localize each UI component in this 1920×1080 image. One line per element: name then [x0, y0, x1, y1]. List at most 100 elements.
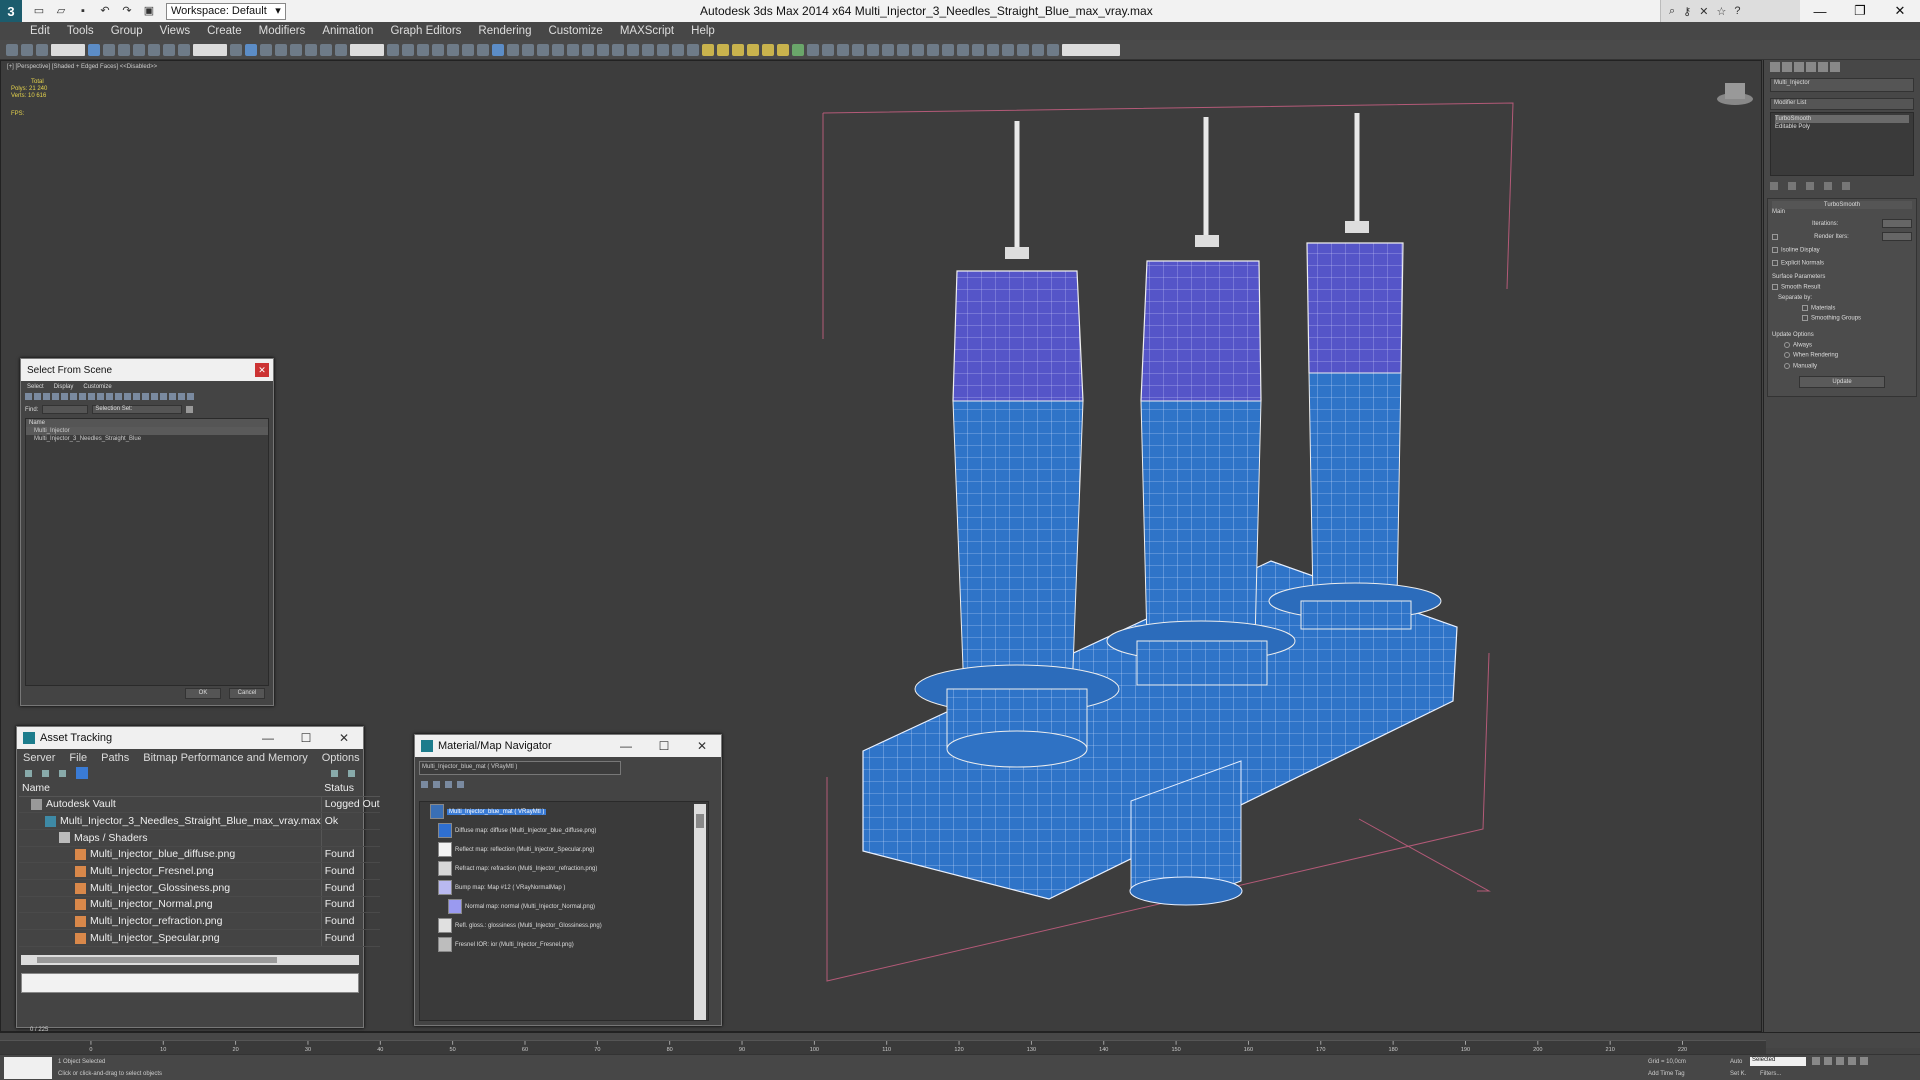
modify-tab-icon[interactable] — [1782, 62, 1792, 72]
align-icon[interactable] — [402, 43, 414, 56]
sphere-primitive-icon[interactable] — [717, 43, 729, 56]
rectangular-selection-icon[interactable] — [118, 43, 130, 56]
listener-icon[interactable] — [957, 43, 969, 56]
select-rotate-icon[interactable] — [163, 43, 175, 56]
project-folder-icon[interactable]: ▣ — [140, 3, 158, 19]
maxscript-mini-listener[interactable] — [4, 1057, 52, 1079]
status-column-header[interactable]: Status — [321, 780, 380, 797]
selection-set-icon[interactable] — [186, 406, 194, 413]
close-button[interactable]: ✕ — [1880, 3, 1920, 19]
schematic-view-icon[interactable] — [462, 43, 474, 56]
keyboard-shortcut-icon[interactable] — [260, 43, 272, 56]
mirror-icon[interactable] — [387, 43, 399, 56]
search-icon[interactable]: ⌕ — [1669, 5, 1675, 18]
filter-icon-12[interactable] — [124, 393, 131, 400]
go-to-end-icon[interactable] — [1860, 1057, 1868, 1065]
graphite-ribbon-icon[interactable] — [432, 43, 444, 56]
minimize-button[interactable]: — — [607, 739, 645, 753]
stack-item-editable-poly[interactable]: Editable Poly — [1775, 123, 1909, 131]
cone-icon[interactable] — [747, 43, 759, 56]
filter-icon-4[interactable] — [52, 393, 59, 400]
cancel-button[interactable]: Cancel — [229, 688, 265, 699]
filter-icon-13[interactable] — [133, 393, 140, 400]
plane-primitive-icon[interactable] — [702, 43, 714, 56]
track-bar[interactable]: 0 10 20 30 40 50 60 70 80 90 100 110 120 130 140 150 160… — [0, 1040, 1766, 1054]
key-icon[interactable]: ⚷ — [1683, 5, 1691, 18]
menu-modifiers[interactable]: Modifiers — [259, 25, 306, 37]
filter-icon-15[interactable] — [151, 393, 158, 400]
menu-file[interactable]: File — [69, 752, 87, 764]
filter-icon-19[interactable] — [187, 393, 194, 400]
render-iters-checkbox[interactable] — [1772, 233, 1778, 240]
curve-editor-icon[interactable] — [447, 43, 459, 56]
tree-node[interactable]: Bump map: Map #12 ( VRayNormalMap ) — [420, 878, 708, 897]
rollout-header[interactable]: TurboSmooth — [1772, 201, 1912, 209]
filter-icon-17[interactable] — [169, 393, 176, 400]
view-list-icons-icon[interactable] — [433, 781, 440, 788]
close-button[interactable]: ✕ — [683, 739, 721, 753]
populate-icon[interactable] — [867, 43, 879, 56]
select-by-name-icon[interactable] — [103, 43, 115, 56]
next-frame-icon[interactable] — [1848, 1057, 1856, 1065]
update-button[interactable]: Update — [1799, 375, 1885, 388]
xref-icon[interactable] — [927, 43, 939, 56]
view-large-icons-icon[interactable] — [457, 781, 464, 788]
render-to-texture-icon[interactable] — [987, 43, 999, 56]
filter-icon-11[interactable] — [115, 393, 122, 400]
unlink-icon[interactable] — [21, 43, 33, 56]
key-filters-button[interactable]: Filters... — [1760, 1071, 1781, 1077]
undo-icon[interactable]: ↶ — [96, 3, 114, 19]
pivot-icon[interactable] — [230, 43, 242, 56]
menu-customize[interactable]: Customize — [548, 25, 602, 37]
vray-toolbar-icon-5[interactable] — [597, 43, 609, 56]
selection-filter-dropdown[interactable] — [51, 43, 85, 56]
sun-icon[interactable] — [777, 43, 789, 56]
maximize-button[interactable]: ☐ — [287, 731, 325, 745]
exchange-icon[interactable]: ✕ — [1699, 5, 1708, 18]
vray-toolbar-icon-9[interactable] — [657, 43, 669, 56]
spacewarp-icon[interactable] — [822, 43, 834, 56]
filter-icon-18[interactable] — [178, 393, 185, 400]
vray-toolbar-icon-6[interactable] — [612, 43, 624, 56]
menu-animation[interactable]: Animation — [322, 25, 373, 37]
table-row[interactable]: Autodesk Vault Logged Out — [19, 796, 380, 814]
smoothing-groups-checkbox[interactable] — [1802, 315, 1808, 322]
menu-paths[interactable]: Paths — [101, 752, 129, 764]
table-row[interactable]: Multi_Injector_Glossiness.png Found — [19, 879, 380, 897]
vray-toolbar-icon-10[interactable] — [672, 43, 684, 56]
menu-options[interactable]: Options — [322, 752, 360, 764]
filter-icon-8[interactable] — [88, 393, 95, 400]
flatten-icon[interactable] — [1047, 43, 1059, 56]
light-icon[interactable] — [762, 43, 774, 56]
vray-toolbar-icon-8[interactable] — [642, 43, 654, 56]
menu-select[interactable]: Select — [27, 384, 44, 390]
restore-button[interactable]: ❐ — [1840, 3, 1880, 19]
filter-icon-2[interactable] — [34, 393, 41, 400]
vray-toolbar-icon-3[interactable] — [567, 43, 579, 56]
material-name-field[interactable]: Multi_Injector_blue_mat ( VRayMtl ) — [419, 761, 621, 775]
menu-server[interactable]: Server — [23, 752, 55, 764]
view-list-icon[interactable] — [421, 781, 428, 788]
stack-item-turbosmooth[interactable]: TurboSmooth — [1775, 115, 1909, 123]
tree-node[interactable]: Refl. gloss.: glossiness (Multi_Injector… — [420, 916, 708, 935]
menu-edit[interactable]: Edit — [30, 25, 50, 37]
menu-bitmap-performance[interactable]: Bitmap Performance and Memory — [143, 752, 307, 764]
vertical-scrollbar[interactable] — [694, 804, 706, 1020]
minimize-button[interactable]: — — [1800, 4, 1840, 19]
table-row[interactable]: Multi_Injector_Specular.png Found — [19, 929, 380, 947]
filter-icon-5[interactable] — [61, 393, 68, 400]
list-item[interactable]: Multi_Injector — [26, 427, 268, 435]
name-column-header[interactable]: Name — [26, 419, 268, 427]
get-latest-icon[interactable] — [59, 769, 66, 777]
select-scale-icon[interactable] — [178, 43, 190, 56]
help-icon[interactable]: ? — [1734, 5, 1740, 17]
render-setup-icon[interactable] — [492, 43, 504, 56]
camera-icon[interactable] — [807, 43, 819, 56]
asset-browser-icon[interactable] — [1032, 43, 1044, 56]
light-lister-icon[interactable] — [1017, 43, 1029, 56]
checkin-icon[interactable] — [42, 769, 49, 777]
name-column-header[interactable]: Name — [19, 780, 322, 797]
vray-toolbar-icon-4[interactable] — [582, 43, 594, 56]
toolbar-dropdown-right[interactable] — [1062, 43, 1120, 56]
scene-explorer-icon[interactable] — [882, 43, 894, 56]
